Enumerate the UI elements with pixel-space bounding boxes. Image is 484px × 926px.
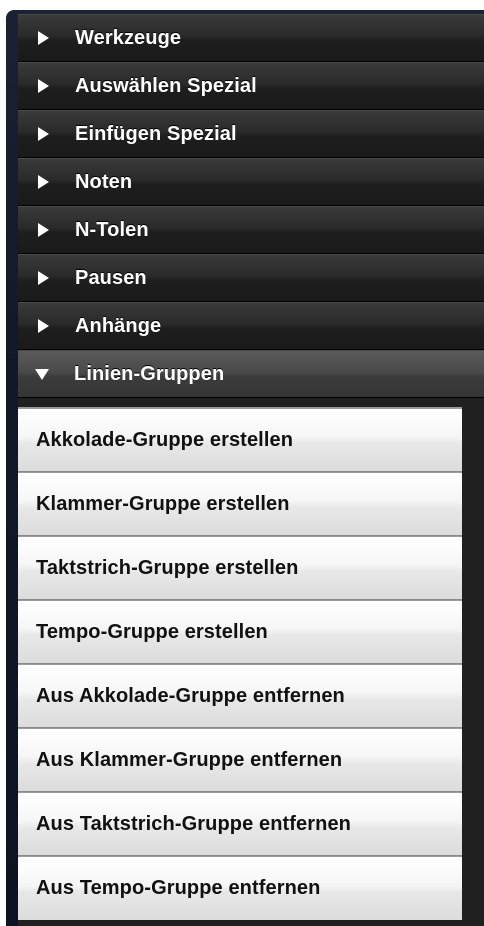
section-label: Anhänge [75, 314, 162, 337]
menu-item-label: Tempo-Gruppe erstellen [36, 620, 268, 643]
menu-item-klammer-gruppe-erstellen[interactable]: Klammer-Gruppe erstellen [18, 473, 462, 536]
section-label: Noten [75, 170, 133, 193]
menu-item-label: Aus Tempo-Gruppe entfernen [36, 877, 321, 899]
section-n-tolen[interactable]: N-Tolen [18, 206, 484, 254]
menu-item-aus-tempo-gruppe-entfernen[interactable]: Aus Tempo-Gruppe entfernen [18, 857, 462, 920]
menu-item-label: Akkolade-Gruppe erstellen [36, 428, 294, 451]
section-label: Einfügen Spezial [75, 122, 237, 145]
menu-item-label: Aus Taktstrich-Gruppe entfernen [36, 812, 351, 835]
menu-item-aus-akkolade-gruppe-entfernen[interactable]: Aus Akkolade-Gruppe entfernen [18, 665, 462, 728]
menu-item-label: Klammer-Gruppe erstellen [36, 492, 290, 515]
section-label: Werkzeuge [75, 26, 182, 49]
palette-window: Werkzeuge Auswählen Spezial Einfügen Spe… [6, 10, 484, 926]
section-linien-gruppen[interactable]: Linien-Gruppen [18, 350, 484, 398]
menu-item-label: Aus Klammer-Gruppe entfernen [36, 748, 343, 771]
menu-item-label: Aus Akkolade-Gruppe entfernen [36, 684, 345, 707]
menu-item-tempo-gruppe-erstellen[interactable]: Tempo-Gruppe erstellen [18, 601, 462, 664]
section-label: Pausen [75, 266, 147, 289]
triangle-right-icon [38, 223, 49, 237]
triangle-right-icon [38, 31, 49, 45]
menu-item-akkolade-gruppe-erstellen[interactable]: Akkolade-Gruppe erstellen [18, 409, 462, 472]
triangle-right-icon [38, 319, 49, 333]
section-auswaehlen-spezial[interactable]: Auswählen Spezial [18, 62, 484, 110]
section-pausen[interactable]: Pausen [18, 254, 484, 302]
triangle-right-icon [38, 79, 49, 93]
triangle-right-icon [38, 127, 49, 141]
triangle-right-icon [38, 271, 49, 285]
menu-item-label: Taktstrich-Gruppe erstellen [36, 556, 299, 579]
section-anhaenge[interactable]: Anhänge [18, 302, 484, 350]
menu-item-aus-klammer-gruppe-entfernen[interactable]: Aus Klammer-Gruppe entfernen [18, 729, 462, 792]
triangle-right-icon [38, 175, 49, 189]
section-label: Auswählen Spezial [75, 74, 257, 97]
section-label: N-Tolen [75, 218, 149, 241]
section-label: Linien-Gruppen [74, 362, 225, 385]
linien-gruppen-menu: Akkolade-Gruppe erstellen Klammer-Gruppe… [18, 407, 462, 920]
triangle-down-icon [35, 368, 49, 380]
section-noten[interactable]: Noten [18, 158, 484, 206]
menu-item-taktstrich-gruppe-erstellen[interactable]: Taktstrich-Gruppe erstellen [18, 537, 462, 600]
section-einfuegen-spezial[interactable]: Einfügen Spezial [18, 110, 484, 158]
menu-item-aus-taktstrich-gruppe-entfernen[interactable]: Aus Taktstrich-Gruppe entfernen [18, 793, 462, 856]
section-werkzeuge[interactable]: Werkzeuge [18, 14, 484, 62]
